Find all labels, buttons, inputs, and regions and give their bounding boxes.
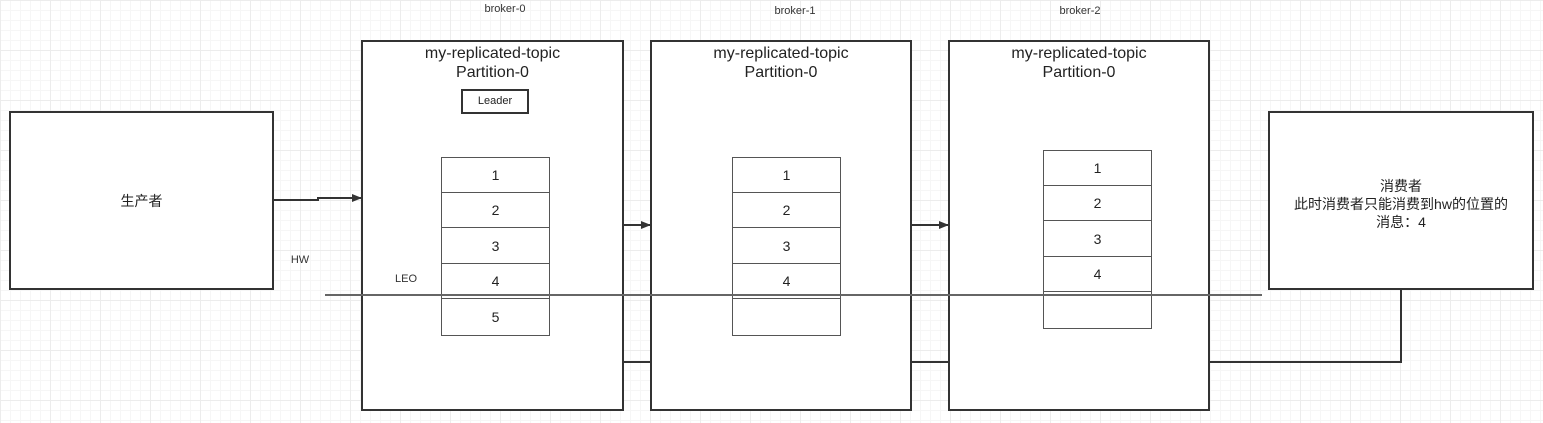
broker2-box: my-replicated-topic Partition-0 1 2 3 4 [948,40,1210,411]
broker2-label: broker-2 [1059,5,1101,17]
hw-label: HW [290,254,310,266]
broker0-cell-5: 5 [441,299,550,336]
broker0-box: my-replicated-topic Partition-0 Leader 1… [361,40,624,411]
broker0-cell-3: 3 [441,228,550,264]
broker1-cell-3: 3 [732,228,841,264]
broker2-cell-4: 4 [1043,257,1152,292]
broker0-partition: Partition-0 [456,64,529,81]
broker1-box: my-replicated-topic Partition-0 1 2 3 4 [650,40,912,411]
producer-to-broker0-arrow [274,194,362,202]
broker0-cell-1: 1 [441,157,550,193]
broker0-label: broker-0 [484,3,526,15]
broker2-cell-2: 2 [1043,186,1152,221]
consumer-desc-line2: 消息：4 [1376,214,1426,230]
consumer-desc-line1: 此时消费者只能消费到hw的位置的 [1294,196,1508,212]
broker1-partition: Partition-0 [744,64,818,81]
producer-label: 生产者 [120,192,163,209]
broker1-label: broker-1 [774,5,816,17]
leo-label: LEO [394,273,417,285]
consumer-box: 消费者 此时消费者只能消费到hw的位置的 消息：4 [1268,111,1534,290]
producer-box: 生产者 [9,111,274,290]
hw-line [325,294,1262,296]
broker2-cell-5 [1043,292,1152,329]
broker2-partition: Partition-0 [1042,64,1116,81]
broker0-cell-2: 2 [441,193,550,228]
broker1-cell-1: 1 [732,157,841,193]
broker1-cell-2: 2 [732,193,841,228]
broker2-cell-3: 3 [1043,221,1152,257]
consumer-title: 消费者 [1380,178,1422,194]
leader-badge: Leader [461,89,529,114]
broker1-cell-5 [732,299,841,336]
broker2-cell-1: 1 [1043,150,1152,186]
